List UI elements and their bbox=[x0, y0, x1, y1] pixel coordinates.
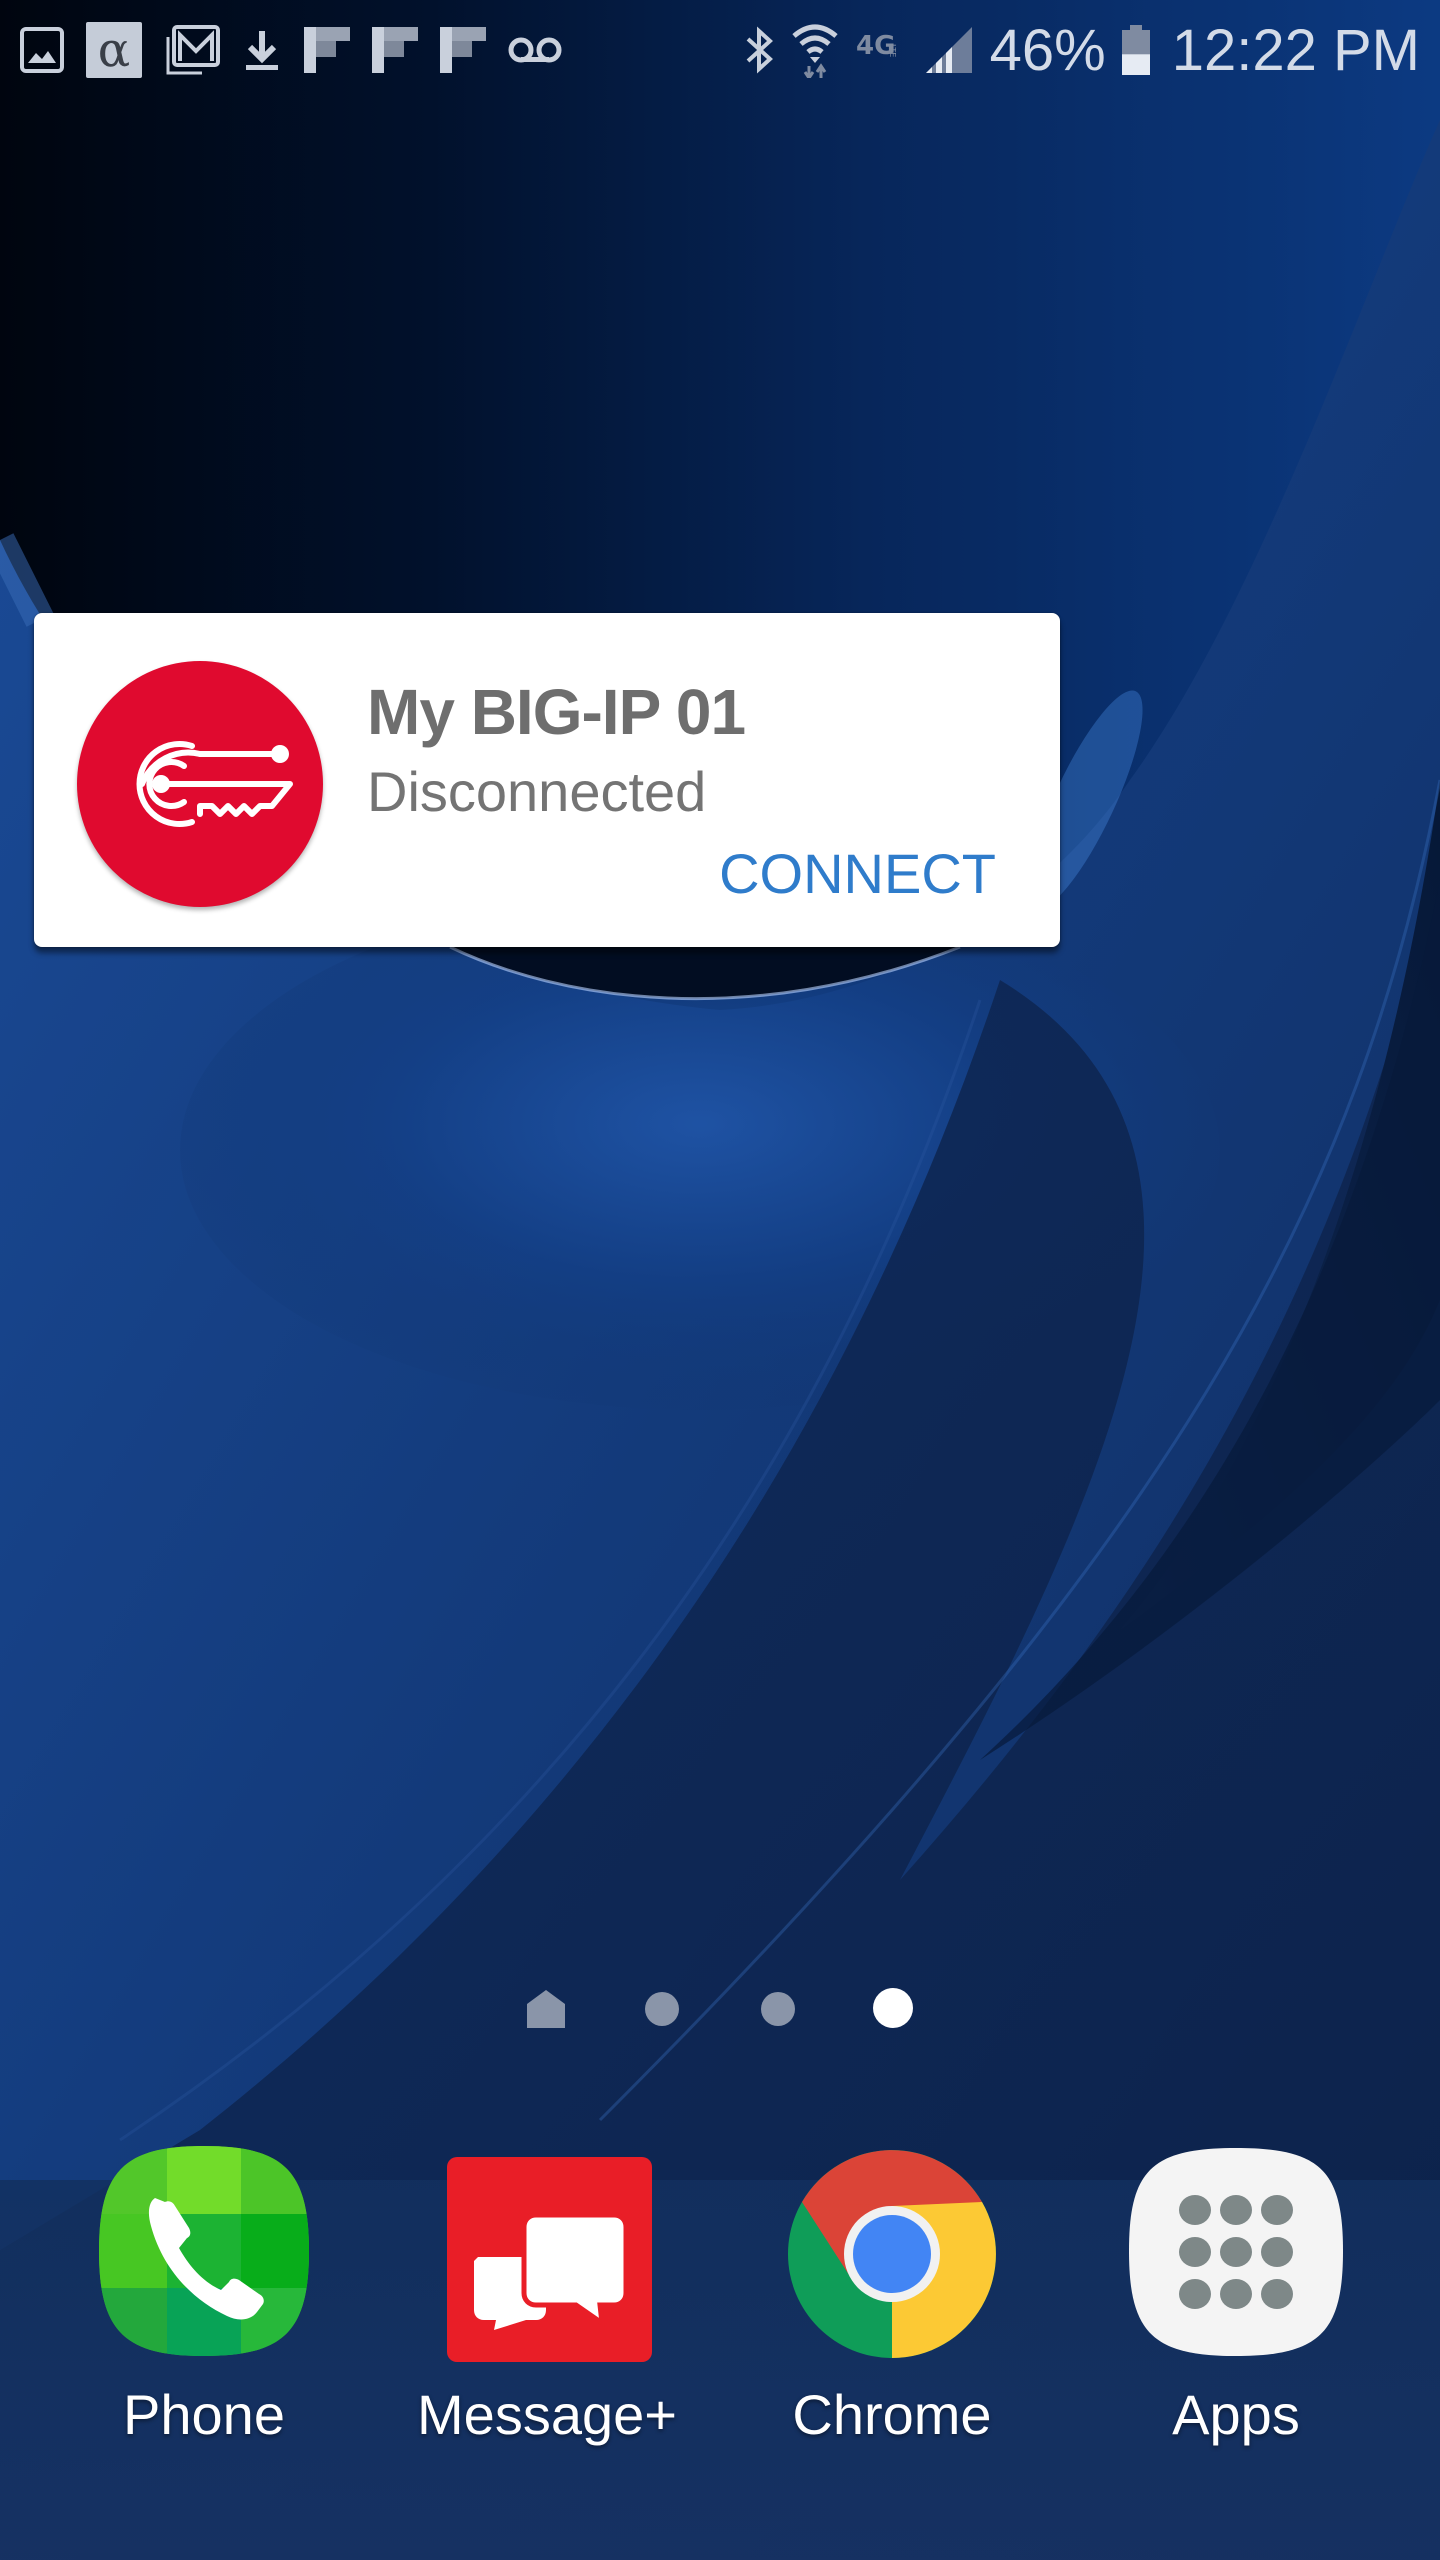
home-page-indicator-icon[interactable] bbox=[527, 1990, 565, 2028]
app-drawer-icon bbox=[1125, 2140, 1347, 2362]
page-dot-current[interactable] bbox=[873, 1988, 913, 2028]
chrome-icon bbox=[781, 2140, 1003, 2362]
phone-icon bbox=[93, 2140, 315, 2362]
4g-lte-icon: 4G LTE bbox=[856, 30, 908, 70]
app-label: Phone bbox=[123, 2383, 285, 2446]
app-label: Apps bbox=[1172, 2383, 1300, 2446]
bluetooth-icon bbox=[744, 25, 774, 75]
notification-icons: α bbox=[20, 22, 584, 78]
app-label: Message+ bbox=[417, 2383, 677, 2446]
svg-text:α: α bbox=[98, 22, 130, 78]
clock: 12:22 PM bbox=[1171, 17, 1420, 83]
svg-text:LTE: LTE bbox=[888, 44, 897, 57]
app-apps[interactable]: Apps bbox=[1096, 2140, 1376, 2447]
alpha-app-icon: α bbox=[86, 22, 142, 78]
page-dot[interactable] bbox=[761, 1992, 795, 2026]
page-dot[interactable] bbox=[645, 1992, 679, 2026]
flipboard-icon bbox=[440, 27, 486, 73]
dock: Phone Message+ Chrome Apps bbox=[0, 2140, 1440, 2460]
flipboard-icon bbox=[372, 27, 418, 73]
app-label: Chrome bbox=[792, 2383, 992, 2446]
vpn-widget[interactable]: My BIG-IP 01 Disconnected CONNECT bbox=[34, 613, 1060, 947]
wifi-icon bbox=[790, 22, 840, 78]
key-icon bbox=[77, 661, 323, 907]
app-phone[interactable]: Phone bbox=[64, 2140, 344, 2447]
gallery-icon bbox=[20, 27, 64, 73]
message-plus-icon bbox=[436, 2140, 658, 2362]
connection-status: Disconnected bbox=[367, 760, 707, 823]
connect-button[interactable]: CONNECT bbox=[719, 841, 996, 906]
battery-percent: 46% bbox=[989, 17, 1106, 83]
status-bar: α 4G LTE 46% 12:22 PM bbox=[0, 0, 1440, 100]
connection-name: My BIG-IP 01 bbox=[367, 676, 746, 748]
battery-icon bbox=[1121, 25, 1150, 75]
app-message-plus[interactable]: Message+ bbox=[407, 2140, 687, 2447]
gmail-icon bbox=[164, 25, 220, 75]
system-icons: 4G LTE 46% 12:22 PM bbox=[728, 17, 1420, 84]
app-chrome[interactable]: Chrome bbox=[752, 2140, 1032, 2447]
voicemail-icon bbox=[508, 36, 562, 64]
flipboard-icon bbox=[304, 27, 350, 73]
download-icon bbox=[242, 27, 282, 73]
signal-icon bbox=[924, 25, 974, 75]
page-indicator[interactable] bbox=[0, 1985, 1440, 2035]
